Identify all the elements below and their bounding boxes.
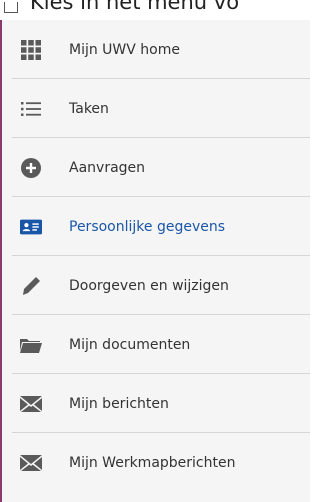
menu-item-label: Mijn berichten bbox=[69, 395, 169, 412]
pencil-icon bbox=[20, 275, 42, 297]
id-card-icon bbox=[20, 216, 42, 238]
envelope-icon bbox=[20, 393, 42, 415]
envelope-icon bbox=[20, 452, 42, 474]
side-menu: Mijn UWV home Taken Aanvragen Persoonlij… bbox=[0, 20, 310, 502]
menu-item-mijn-uwv-home[interactable]: Mijn UWV home bbox=[4, 20, 310, 79]
menu-item-label: Taken bbox=[69, 100, 109, 117]
menu-item-mijn-werkmapberichten[interactable]: Mijn Werkmapberichten bbox=[4, 433, 310, 492]
menu-item-aanvragen[interactable]: Aanvragen bbox=[4, 138, 310, 197]
instruction-strip: Kies in het menu vo bbox=[0, 0, 318, 20]
plus-circle-icon bbox=[20, 157, 42, 179]
menu-item-doorgeven-en-wijzigen[interactable]: Doorgeven en wijzigen bbox=[4, 256, 310, 315]
menu-item-label: Persoonlijke gegevens bbox=[69, 218, 226, 235]
grid-icon bbox=[20, 39, 42, 61]
menu-item-taken[interactable]: Taken bbox=[4, 79, 310, 138]
menu-item-persoonlijke-gegevens[interactable]: Persoonlijke gegevens bbox=[4, 197, 310, 256]
menu-item-label: Mijn Werkmapberichten bbox=[69, 454, 236, 471]
menu-item-mijn-berichten[interactable]: Mijn berichten bbox=[4, 374, 310, 433]
menu-item-mijn-documenten[interactable]: Mijn documenten bbox=[4, 315, 310, 374]
folder-icon bbox=[20, 334, 42, 356]
instruction-text: Kies in het menu vo bbox=[30, 0, 240, 14]
checkbox-icon[interactable] bbox=[4, 2, 18, 13]
menu-item-label: Doorgeven en wijzigen bbox=[69, 277, 229, 294]
menu-item-label: Aanvragen bbox=[69, 159, 146, 176]
menu-item-label: Mijn documenten bbox=[69, 336, 191, 353]
menu-item-label: Mijn UWV home bbox=[69, 41, 180, 58]
list-icon bbox=[20, 98, 42, 120]
